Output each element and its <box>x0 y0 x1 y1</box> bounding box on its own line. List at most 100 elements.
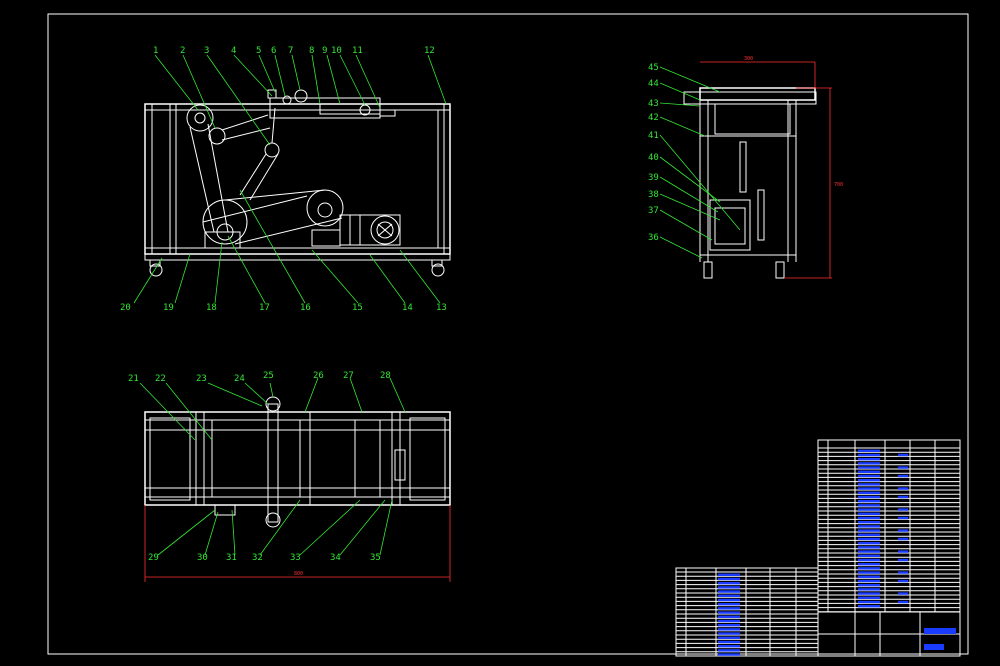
label-30: 30 <box>197 553 208 563</box>
table-cell-fill <box>718 586 740 589</box>
label-21: 21 <box>128 374 139 384</box>
label-1: 1 <box>153 46 158 56</box>
label-7: 7 <box>288 46 293 56</box>
table-cell-fill <box>858 516 880 520</box>
label-28: 28 <box>380 371 391 381</box>
table-cell-fill <box>898 537 908 541</box>
label-45: 45 <box>648 63 659 73</box>
table-cell-fill <box>858 571 880 574</box>
label-22: 22 <box>155 374 166 384</box>
table-cell-fill <box>858 525 880 528</box>
table-cell-fill <box>858 466 880 469</box>
table-cell-fill <box>858 546 880 549</box>
table-cell-fill <box>718 603 740 606</box>
table-cell-fill <box>898 466 908 469</box>
table-cell-fill <box>898 558 908 562</box>
table-cell-fill <box>718 590 740 593</box>
label-10: 10 <box>331 46 342 56</box>
table-cell-fill <box>858 521 880 524</box>
table-cell-fill <box>858 491 880 494</box>
table-cell-fill <box>858 474 880 478</box>
table-cell-fill <box>858 550 880 553</box>
table-cell-fill <box>858 554 880 557</box>
table-cell-fill <box>858 495 880 499</box>
label-43: 43 <box>648 99 659 109</box>
table-cell-fill <box>858 487 880 490</box>
table-cell-fill <box>898 600 908 604</box>
label-23: 23 <box>196 374 207 384</box>
table-cell-fill <box>898 571 908 574</box>
front-view <box>144 89 451 277</box>
table-cell-fill <box>718 594 740 597</box>
label-2: 2 <box>180 46 185 56</box>
table-cell-fill <box>858 575 880 578</box>
label-33: 33 <box>290 553 301 563</box>
table-cell-fill <box>718 653 740 656</box>
label-37: 37 <box>648 206 659 216</box>
table-cell-fill <box>898 508 908 511</box>
table-cell-fill <box>718 598 740 602</box>
table-cell-fill <box>858 508 880 511</box>
table-cell-fill <box>718 573 740 576</box>
label-4: 4 <box>231 46 236 56</box>
label-13: 13 <box>436 303 447 313</box>
table-cell-fill <box>718 640 740 644</box>
label-18: 18 <box>206 303 217 313</box>
label-44: 44 <box>648 79 659 89</box>
label-3: 3 <box>204 46 209 56</box>
label-38: 38 <box>648 190 659 200</box>
table-cell-fill <box>858 537 880 541</box>
table-cell-fill <box>858 592 880 595</box>
table-cell-fill <box>718 636 740 639</box>
label-42: 42 <box>648 113 659 123</box>
table-cell-fill <box>858 605 880 608</box>
table-cell-fill <box>858 462 880 465</box>
part-labels: 1 2 3 4 5 6 7 8 9 10 11 12 13 14 15 16 1… <box>120 46 659 563</box>
table-cell-fill <box>858 567 880 570</box>
label-5: 5 <box>256 46 261 56</box>
table-cell-fill <box>718 649 740 652</box>
svg-text:800: 800 <box>294 571 303 577</box>
table-cell-fill <box>858 458 880 461</box>
table-cell-fill <box>858 588 880 591</box>
table-cell-fill <box>718 577 740 581</box>
table-cell-fill <box>898 529 908 532</box>
label-36: 36 <box>648 233 659 243</box>
table-cell-fill <box>858 453 880 457</box>
side-view: 300 700 <box>683 56 843 279</box>
table-cell-fill <box>718 615 740 618</box>
table-cell-fill <box>898 592 908 595</box>
label-20: 20 <box>120 303 131 313</box>
label-9: 9 <box>322 46 327 56</box>
label-26: 26 <box>313 371 324 381</box>
table-cell-fill <box>858 563 880 566</box>
label-34: 34 <box>330 553 341 563</box>
table-cell-fill <box>858 449 880 452</box>
table-cell-fill <box>718 632 740 635</box>
table-cell-fill <box>858 542 880 545</box>
table-cell-fill <box>898 474 908 478</box>
table-cell-fill <box>858 533 880 536</box>
table-cell-fill <box>858 596 880 599</box>
table-cell-fill <box>898 487 908 490</box>
table-cell-fill <box>858 529 880 532</box>
table-cell-fill <box>718 628 740 631</box>
label-14: 14 <box>402 303 413 313</box>
table-cell-fill <box>898 495 908 499</box>
label-35: 35 <box>370 553 381 563</box>
table-cell-fill <box>898 453 908 457</box>
label-11: 11 <box>352 46 363 56</box>
table-cell-fill <box>858 500 880 503</box>
table-cell-fill <box>858 504 880 507</box>
title-block <box>675 567 961 657</box>
label-17: 17 <box>259 303 270 313</box>
table-cell-fill <box>898 550 908 553</box>
table-cell-fill <box>718 582 740 585</box>
cad-drawing: 800 300 700 1 2 3 4 5 6 7 8 9 10 11 12 1… <box>47 13 969 657</box>
label-8: 8 <box>309 46 314 56</box>
svg-text:700: 700 <box>834 182 843 188</box>
label-27: 27 <box>343 371 354 381</box>
table-cell-fill <box>718 619 740 623</box>
label-29: 29 <box>148 553 159 563</box>
label-41: 41 <box>648 131 659 141</box>
